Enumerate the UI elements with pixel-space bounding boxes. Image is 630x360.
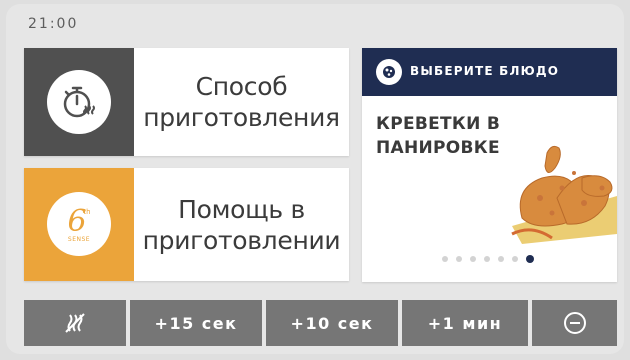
- minus-circle-icon: [563, 312, 586, 334]
- cooking-assist-tile[interactable]: 6 th SENSE Помощь в приготовлении: [24, 168, 349, 281]
- featured-dish-card[interactable]: ВЫБЕРИТЕ БЛЮДО КРЕВЕТКИ В ПАНИРОВКЕ: [362, 48, 617, 282]
- logo-sub: SENSE: [68, 236, 90, 243]
- minus-button[interactable]: [532, 300, 617, 346]
- cooking-assist-label: Помощь в приготовлении: [142, 194, 341, 255]
- page-dot: [498, 256, 504, 262]
- shrimp-image: [511, 145, 617, 244]
- page-indicator: [442, 255, 534, 263]
- page-dot: [512, 256, 518, 262]
- steam-off-icon: [65, 313, 85, 333]
- 6th-sense-logo-icon: 6 th SENSE: [47, 192, 111, 256]
- svg-text:th: th: [83, 208, 90, 216]
- cooking-assist-icon-panel: 6 th SENSE: [24, 168, 134, 281]
- clock: 21:00: [28, 16, 79, 32]
- timer-steam-icon: [47, 70, 111, 134]
- page-dot: [442, 256, 448, 262]
- cooking-method-label: Способ приготовления: [143, 72, 340, 132]
- display-screen: 21:00 Способ приготовления 6 th SENSE По…: [6, 4, 624, 354]
- cooking-method-tile[interactable]: Способ приготовления: [24, 48, 349, 156]
- page-dot-active: [526, 255, 534, 263]
- page-dot: [470, 256, 476, 262]
- add-10-sec-button[interactable]: +10 сек: [266, 300, 398, 346]
- page-dot: [456, 256, 462, 262]
- add-15-sec-button[interactable]: +15 сек: [130, 300, 262, 346]
- steam-off-button[interactable]: [24, 300, 126, 346]
- cooking-method-icon-panel: [24, 48, 134, 156]
- page-dot: [484, 256, 490, 262]
- add-1-min-button[interactable]: +1 мин: [402, 300, 528, 346]
